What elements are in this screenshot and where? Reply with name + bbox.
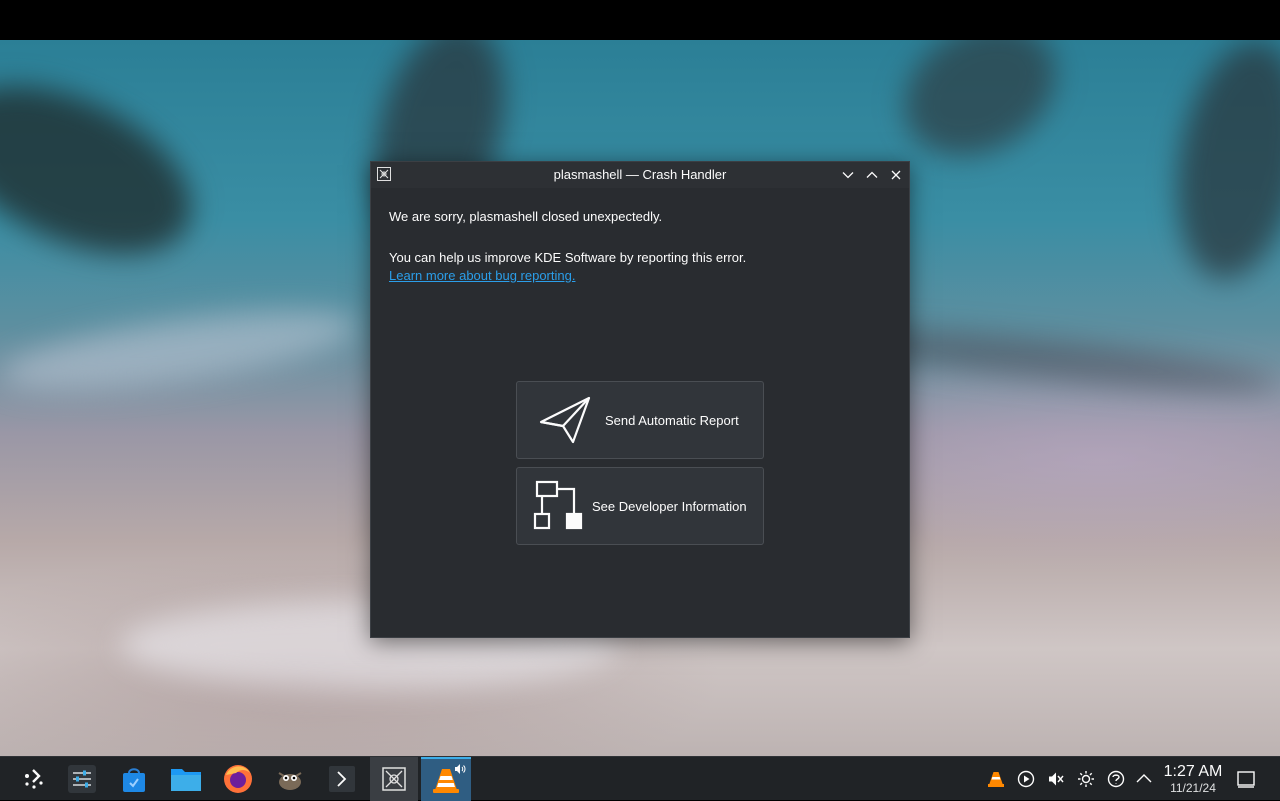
firefox-task[interactable] [214, 757, 262, 801]
crash-handler-task[interactable] [370, 757, 418, 801]
dolphin-task[interactable] [162, 757, 210, 801]
crash-handler-dialog: plasmashell — Crash Handler We are sorry… [370, 161, 910, 638]
window-title: plasmashell — Crash Handler [553, 167, 727, 182]
media-play-icon[interactable] [1016, 769, 1036, 789]
folder-icon [171, 769, 201, 791]
paper-plane-icon [537, 392, 593, 448]
maximize-button[interactable] [864, 167, 880, 183]
vlc-tray-icon[interactable] [986, 769, 1006, 789]
system-settings-task[interactable] [58, 757, 106, 801]
developer-info-label: See Developer Information [592, 498, 747, 514]
close-icon [891, 170, 901, 180]
application-launcher-button[interactable] [10, 757, 58, 801]
gimp-icon [278, 772, 302, 790]
dialog-content: We are sorry, plasmashell closed unexpec… [389, 208, 891, 285]
clock-time: 1:27 AM [1163, 763, 1223, 780]
terminal-icon [329, 766, 355, 792]
minimize-button[interactable] [840, 167, 856, 183]
crash-handler-icon [382, 767, 406, 791]
audio-playing-icon [455, 764, 466, 774]
kde-launcher-icon [25, 769, 43, 789]
clock-date: 11/21/24 [1170, 781, 1216, 795]
wallpaper-shape [1160, 40, 1280, 289]
send-report-label: Send Automatic Report [605, 412, 739, 428]
show-desktop-icon [1237, 771, 1255, 788]
learn-more-link[interactable]: Learn more about bug reporting. [389, 267, 891, 285]
chevron-down-icon [842, 172, 854, 179]
wallpaper-shape [880, 40, 1080, 182]
store-bag-icon [123, 768, 145, 792]
konsole-task[interactable] [318, 757, 366, 801]
show-desktop-button[interactable] [1236, 769, 1258, 789]
flowchart-icon [529, 478, 585, 534]
send-automatic-report-button[interactable]: Send Automatic Report [516, 381, 764, 459]
network-icon[interactable] [1106, 769, 1126, 789]
see-developer-information-button[interactable]: See Developer Information [516, 467, 764, 545]
top-black-bar [0, 0, 1280, 40]
volume-muted-icon[interactable] [1046, 769, 1066, 789]
vlc-task[interactable] [421, 757, 471, 801]
gimp-task[interactable] [266, 757, 314, 801]
chevron-up-icon[interactable] [1134, 769, 1154, 789]
settings-sliders-icon [68, 765, 96, 793]
firefox-icon [224, 765, 252, 793]
title-bar[interactable]: plasmashell — Crash Handler [371, 162, 909, 188]
brightness-icon[interactable] [1076, 769, 1096, 789]
wallpaper-shape [0, 51, 218, 289]
close-button[interactable] [888, 167, 904, 183]
taskbar: 1:27 AM 11/21/24 [0, 756, 1280, 801]
crash-message: We are sorry, plasmashell closed unexpec… [389, 209, 663, 224]
wallpaper-shape [0, 295, 363, 405]
help-text: You can help us improve KDE Software by … [389, 250, 747, 265]
digital-clock[interactable]: 1:27 AM 11/21/24 [1160, 763, 1226, 795]
discover-task[interactable] [110, 757, 158, 801]
chevron-up-icon [866, 171, 878, 178]
